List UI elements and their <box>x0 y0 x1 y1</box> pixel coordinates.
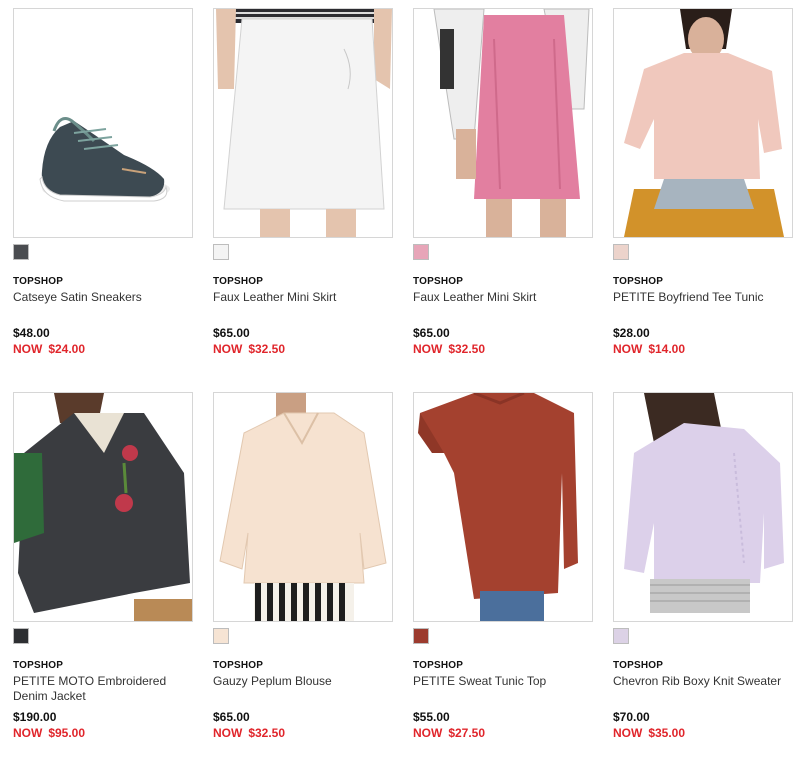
brand-label: TOPSHOP <box>613 660 664 671</box>
sale-price-line: NOW $35.00 <box>613 726 685 740</box>
brand-label: TOPSHOP <box>213 660 264 671</box>
original-price: $55.00 <box>413 710 450 724</box>
original-price: $28.00 <box>613 326 650 340</box>
sale-price: $95.00 <box>48 726 86 740</box>
product-name-link[interactable]: Faux Leather Mini Skirt <box>213 290 391 305</box>
original-price: $70.00 <box>613 710 650 724</box>
product-name-link[interactable]: PETITE Sweat Tunic Top <box>413 674 591 689</box>
original-price: $190.00 <box>13 710 57 724</box>
product-name-link[interactable]: PETITE Boyfriend Tee Tunic <box>613 290 791 305</box>
sweat-tunic-image <box>418 393 578 621</box>
sale-price-line: NOW $27.50 <box>413 726 485 740</box>
sale-price: $24.00 <box>48 342 86 356</box>
knit-sweater-image <box>624 393 784 613</box>
now-label: NOW <box>413 342 443 356</box>
sale-price: $14.00 <box>648 342 686 356</box>
product-name-link[interactable]: Catseye Satin Sneakers <box>13 290 191 305</box>
sale-price: $32.50 <box>248 726 286 740</box>
now-label: NOW <box>213 342 243 356</box>
brand-label: TOPSHOP <box>413 660 464 671</box>
product-image[interactable] <box>613 8 793 238</box>
sale-price-line: NOW $32.50 <box>213 726 285 740</box>
product-name-link[interactable]: Chevron Rib Boxy Knit Sweater <box>613 674 791 689</box>
product-image[interactable] <box>213 392 393 622</box>
brand-label: TOPSHOP <box>413 276 464 287</box>
sale-price-line: NOW $32.50 <box>413 342 485 356</box>
original-price: $65.00 <box>413 326 450 340</box>
product-name-link[interactable]: PETITE MOTO Embroidered Denim Jacket <box>13 674 191 704</box>
product-image[interactable] <box>13 392 193 622</box>
now-label: NOW <box>13 726 43 740</box>
color-swatch[interactable] <box>213 628 229 644</box>
now-label: NOW <box>613 342 643 356</box>
color-swatch[interactable] <box>13 244 29 260</box>
product-image[interactable] <box>213 8 393 238</box>
original-price: $65.00 <box>213 326 250 340</box>
sale-price-line: NOW $14.00 <box>613 342 685 356</box>
sale-price-line: NOW $95.00 <box>13 726 85 740</box>
product-name-link[interactable]: Gauzy Peplum Blouse <box>213 674 391 689</box>
product-image[interactable] <box>413 392 593 622</box>
sale-price: $35.00 <box>648 726 686 740</box>
brand-label: TOPSHOP <box>13 276 64 287</box>
color-swatch[interactable] <box>13 628 29 644</box>
now-label: NOW <box>413 726 443 740</box>
pink-skirt-image <box>433 9 590 237</box>
white-skirt-image <box>216 9 392 237</box>
product-image[interactable] <box>613 392 793 622</box>
tee-tunic-image <box>624 9 784 237</box>
peplum-blouse-image <box>219 393 387 621</box>
brand-label: TOPSHOP <box>613 276 664 287</box>
original-price: $48.00 <box>13 326 50 340</box>
sale-price-line: NOW $32.50 <box>213 342 285 356</box>
denim-jacket-image <box>14 393 192 621</box>
sale-price: $32.50 <box>448 342 486 356</box>
product-name-link[interactable]: Faux Leather Mini Skirt <box>413 290 591 305</box>
color-swatch[interactable] <box>613 244 629 260</box>
brand-label: TOPSHOP <box>213 276 264 287</box>
now-label: NOW <box>613 726 643 740</box>
sale-price: $32.50 <box>248 342 286 356</box>
color-swatch[interactable] <box>213 244 229 260</box>
brand-label: TOPSHOP <box>13 660 64 671</box>
color-swatch[interactable] <box>613 628 629 644</box>
product-image[interactable] <box>13 8 193 238</box>
color-swatch[interactable] <box>413 244 429 260</box>
product-image[interactable] <box>413 8 593 238</box>
sneaker-image <box>39 117 170 202</box>
original-price: $65.00 <box>213 710 250 724</box>
now-label: NOW <box>13 342 43 356</box>
sale-price-line: NOW $24.00 <box>13 342 85 356</box>
sale-price: $27.50 <box>448 726 486 740</box>
color-swatch[interactable] <box>413 628 429 644</box>
now-label: NOW <box>213 726 243 740</box>
